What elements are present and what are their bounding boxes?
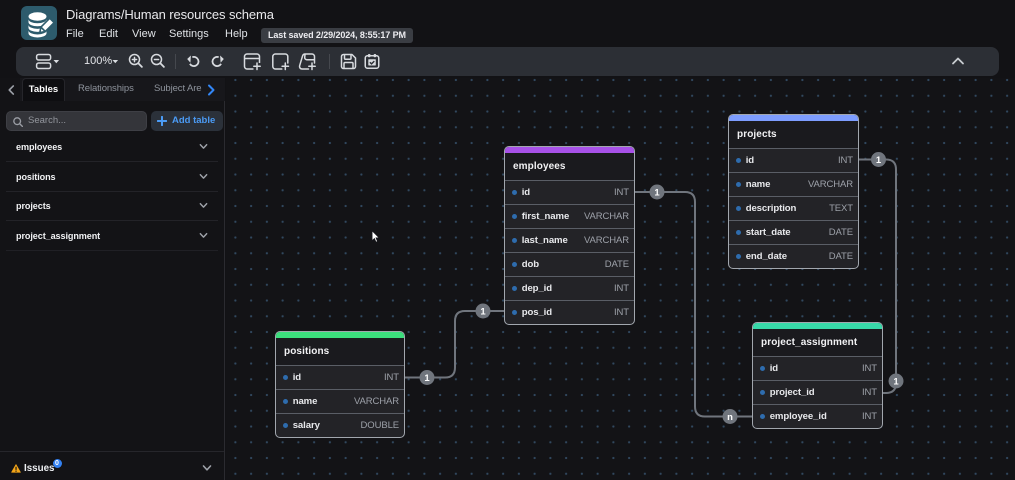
svg-text:n: n [727,412,733,423]
svg-text:1: 1 [876,155,882,166]
svg-text:1: 1 [893,377,899,388]
svg-text:1: 1 [424,373,430,384]
svg-text:1: 1 [654,188,660,199]
svg-text:1: 1 [480,307,486,318]
